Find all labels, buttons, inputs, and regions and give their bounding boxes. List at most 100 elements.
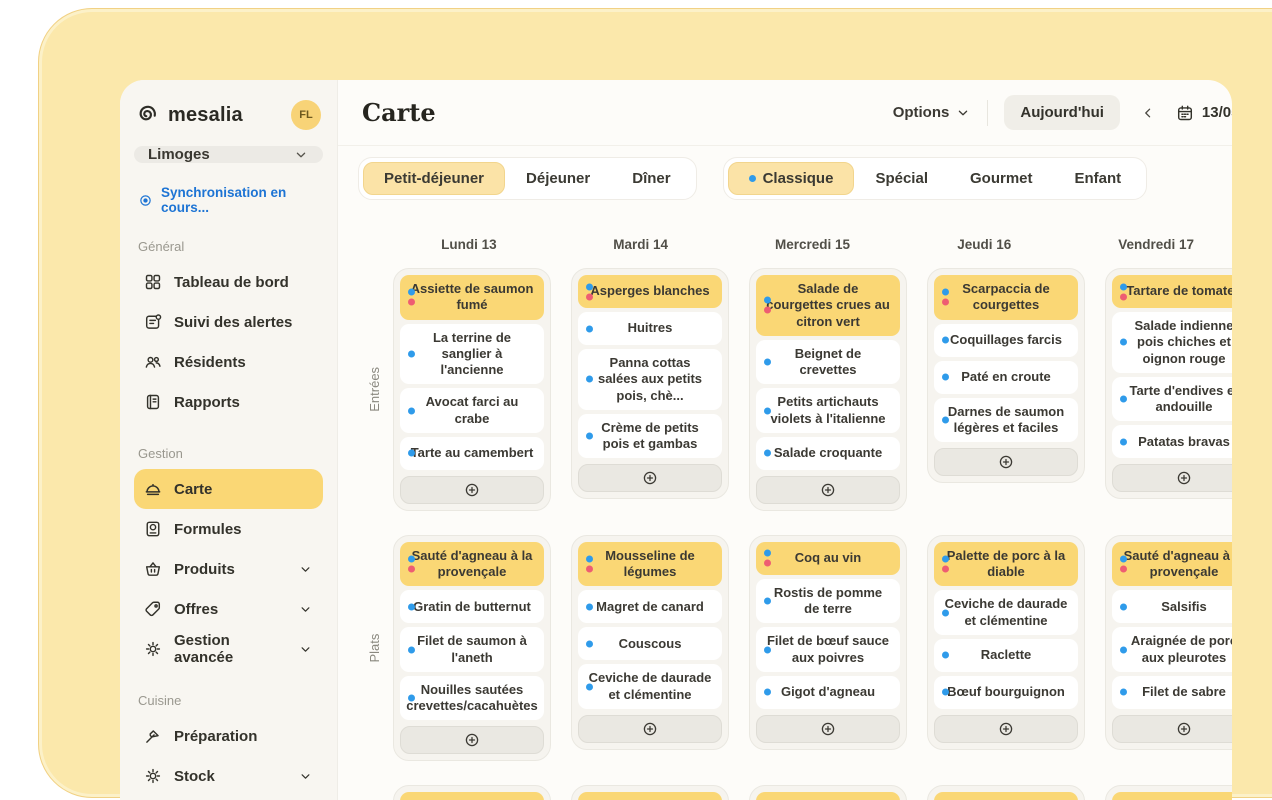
blue-dot [586, 433, 593, 440]
sidebar-item-rapports[interactable]: Rapports [134, 382, 323, 422]
add-item-button[interactable] [578, 715, 722, 743]
menu-item[interactable]: Ceviche de daurade et clémentine [934, 590, 1078, 635]
menu-item-featured[interactable]: Céleri [756, 792, 900, 800]
add-item-button[interactable] [756, 476, 900, 504]
menu-item[interactable]: Magret de canard [578, 590, 722, 623]
sidebar-item-label: Tableau de bord [174, 274, 313, 291]
menu-item[interactable]: Salade indienne pois chiches et oignon r… [1112, 312, 1232, 373]
plus-circle-icon [998, 454, 1014, 470]
add-item-button[interactable] [400, 726, 544, 754]
today-button[interactable]: Aujourd'hui [1004, 95, 1120, 130]
sidebar-item-tableau-de-bord[interactable]: Tableau de bord [134, 262, 323, 302]
menu-item[interactable]: Gigot d'agneau [756, 676, 900, 709]
menu-item[interactable]: Tarte au camembert [400, 437, 544, 470]
add-item-button[interactable] [578, 464, 722, 492]
sidebar-item-gestion-avanc-e[interactable]: Gestion avancée [134, 629, 323, 669]
menu-item[interactable]: Panna cottas salées aux petits pois, chè… [578, 349, 722, 410]
menu-item[interactable]: Salsifis [1112, 590, 1232, 623]
menu-item[interactable]: Araignée de porc aux pleurotes [1112, 627, 1232, 672]
sidebar-item-produits[interactable]: Produits [134, 549, 323, 589]
sidebar-item-suivi-des-alertes[interactable]: Suivi des alertes [134, 302, 323, 342]
menu-item-featured[interactable]: Salade de courgettes crues au citron ver… [756, 275, 900, 336]
sidebar-item-carte[interactable]: Carte [134, 469, 323, 509]
menu-item[interactable]: Ceviche de daurade et clémentine [578, 664, 722, 709]
menu-item-featured[interactable]: Assiette de saumon fumé [400, 275, 544, 320]
blue-dot [764, 407, 771, 414]
menu-item[interactable]: Nouilles sautées crevettes/cacahuètes [400, 676, 544, 721]
avatar[interactable]: FL [291, 100, 321, 130]
tab-sp-cial[interactable]: Spécial [854, 162, 949, 195]
cloche-icon [144, 480, 162, 498]
sidebar-item-stock[interactable]: Stock [134, 756, 323, 796]
tab-classique[interactable]: Classique [728, 162, 855, 195]
menu-item[interactable]: Beignet de crevettes [756, 340, 900, 385]
menu-card: Scarpaccia de courgettes Coquillages farc… [927, 268, 1085, 483]
add-item-button[interactable] [934, 448, 1078, 476]
menu-item[interactable]: Petits artichauts violets à l'italienne [756, 388, 900, 433]
menu-item[interactable]: Paté en croute [934, 361, 1078, 394]
menu-item[interactable]: Avocat farci au crabe [400, 388, 544, 433]
menu-item[interactable]: Rostis de pomme de terre [756, 579, 900, 624]
menu-item[interactable]: Crème de petits pois et gambas [578, 414, 722, 459]
location-selector[interactable]: Limoges [134, 146, 323, 163]
menu-item[interactable]: Raclette [934, 639, 1078, 672]
menu-item[interactable]: Filet de saumon à l'aneth [400, 627, 544, 672]
item-dots [1120, 283, 1127, 300]
tab-enfant[interactable]: Enfant [1054, 162, 1143, 195]
menu-item[interactable]: Filet de bœuf sauce aux poivres [756, 627, 900, 672]
menu-item-featured[interactable]: Coq au vin [756, 542, 900, 575]
row-label: Plats [356, 535, 393, 762]
menu-item-featured[interactable]: Tartare de tomates [1112, 275, 1232, 308]
menu-item-featured[interactable]: Patate douce [400, 792, 544, 800]
sidebar-item-r-sidents[interactable]: Résidents [134, 342, 323, 382]
menu-item[interactable]: Huitres [578, 312, 722, 345]
menu-item[interactable]: La terrine de sanglier à l'ancienne [400, 324, 544, 385]
add-item-button[interactable] [400, 476, 544, 504]
sidebar-item-formules[interactable]: Formules [134, 509, 323, 549]
menu-item[interactable]: Couscous [578, 627, 722, 660]
meal-tab-group: Petit-déjeunerDéjeunerDîner [358, 157, 697, 200]
plus-circle-icon [642, 721, 658, 737]
menu-item-featured[interactable]: Asperges blanches [578, 275, 722, 308]
blue-dot [408, 556, 415, 563]
week-grid: Lundi 13Mardi 14Mercredi 15Jeudi 16Vendr… [338, 211, 1232, 800]
chevron-left-icon[interactable] [1136, 101, 1160, 125]
sidebar-item-offres[interactable]: Offres [134, 589, 323, 629]
menu-item-featured[interactable]: Fenouil [934, 792, 1078, 800]
date-picker[interactable]: 13/05/2024 [1176, 104, 1232, 122]
menu-item[interactable]: Darnes de saumon légères et faciles [934, 398, 1078, 443]
menu-item-featured[interactable]: Mousseline de légumes [578, 542, 722, 587]
blue-dot [586, 325, 593, 332]
menu-card: Patate douceAubergine [393, 785, 551, 800]
add-item-button[interactable] [934, 715, 1078, 743]
tab-petit-d-jeuner[interactable]: Petit-déjeuner [363, 162, 505, 195]
menu-item[interactable]: Patatas bravas [1112, 425, 1232, 458]
sidebar-item-pr-paration[interactable]: Préparation [134, 716, 323, 756]
tab-d-ner[interactable]: Dîner [611, 162, 691, 195]
sync-status: Synchronisation en cours... [134, 185, 323, 215]
add-item-button[interactable] [756, 715, 900, 743]
menu-item[interactable]: Gratin de butternut [400, 590, 544, 623]
menu-item-featured[interactable]: Sauté d'agneau à la provençale [400, 542, 544, 587]
menu-item-label: Filet de bœuf sauce aux poivres [766, 633, 890, 666]
menu-item-featured[interactable]: Sauté d'agneau à la provençale [1112, 542, 1232, 587]
header-actions: Options Aujourd'hui 13/05/2024 [893, 95, 1232, 130]
sidebar-item-label: Résidents [174, 354, 313, 371]
menu-item[interactable]: Tarte d'endives et andouille [1112, 377, 1232, 422]
menu-item-featured[interactable]: Palette de porc à la diable [934, 542, 1078, 587]
add-item-button[interactable] [1112, 715, 1232, 743]
add-item-button[interactable] [1112, 464, 1232, 492]
cards-row: Sauté d'agneau à la provençaleGratin de … [393, 535, 1232, 762]
options-button[interactable]: Options [893, 104, 972, 121]
tab-gourmet[interactable]: Gourmet [949, 162, 1054, 195]
menu-item-featured[interactable]: Courge [1112, 792, 1232, 800]
blue-dot [1120, 339, 1127, 346]
tab-d-jeuner[interactable]: Déjeuner [505, 162, 611, 195]
menu-item-featured[interactable]: Scarpaccia de courgettes [934, 275, 1078, 320]
menu-item[interactable]: Filet de sabre [1112, 676, 1232, 709]
menu-item-label: Salsifis [1161, 599, 1207, 615]
menu-item[interactable]: Bœuf bourguignon [934, 676, 1078, 709]
menu-item-featured[interactable]: Panais [578, 792, 722, 800]
menu-item[interactable]: Salade croquante [756, 437, 900, 470]
menu-item[interactable]: Coquillages farcis [934, 324, 1078, 357]
